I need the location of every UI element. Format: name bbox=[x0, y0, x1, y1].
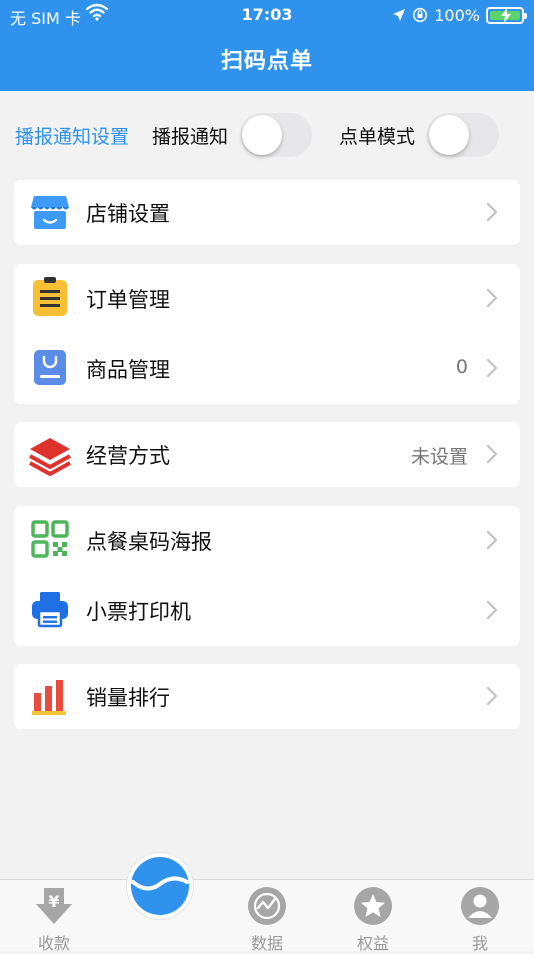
location-arrow-icon bbox=[393, 9, 406, 21]
page-title: 扫码点单 bbox=[220, 49, 313, 74]
wave-logo-icon bbox=[131, 857, 189, 915]
table-qr-poster-label: 点餐桌码海报 bbox=[86, 530, 212, 554]
product-count: 0 bbox=[455, 356, 468, 378]
chevron-right-icon bbox=[486, 444, 498, 464]
sales-ranking-label: 销量排行 bbox=[86, 686, 170, 710]
chevron-right-icon bbox=[486, 202, 498, 222]
chevron-right-icon bbox=[486, 686, 498, 706]
receipt-printer-item[interactable]: 小票打印机 bbox=[14, 576, 520, 646]
store-settings-card: 店铺设置 bbox=[14, 180, 520, 245]
star-badge-icon bbox=[354, 887, 392, 925]
tab-me[interactable]: 我 bbox=[435, 880, 525, 953]
scan-order-center-button[interactable] bbox=[127, 853, 193, 919]
receipt-printer-label: 小票打印机 bbox=[86, 600, 191, 624]
broadcast-notify-toggle[interactable] bbox=[240, 113, 312, 157]
product-management-item[interactable]: 商品管理 0 bbox=[14, 334, 520, 404]
chevron-right-icon bbox=[486, 288, 498, 308]
battery-percent: 100% bbox=[434, 5, 480, 25]
order-mode-label: 点单模式 bbox=[339, 126, 416, 148]
store-icon bbox=[31, 196, 69, 229]
broadcast-notify-label: 播报通知 bbox=[152, 126, 229, 148]
business-mode-value: 未设置 bbox=[410, 446, 468, 468]
tab-collect[interactable]: ¥ 收款 bbox=[9, 880, 99, 953]
store-settings-item[interactable]: 店铺设置 bbox=[14, 180, 520, 245]
shopping-bag-icon bbox=[34, 350, 66, 385]
status-bar: 无 SIM 卡 17:03 100% bbox=[0, 0, 534, 30]
table-qr-poster-item[interactable]: 点餐桌码海报 bbox=[14, 506, 520, 576]
qr-code-icon bbox=[31, 520, 69, 558]
clipboard-icon bbox=[33, 277, 67, 316]
tab-collect-label: 收款 bbox=[37, 934, 70, 953]
tab-bar: ¥ 收款 数据 权益 我 bbox=[0, 879, 534, 953]
store-settings-label: 店铺设置 bbox=[86, 202, 170, 226]
chevron-right-icon bbox=[486, 530, 498, 550]
broadcast-settings-row: 播报通知设置 播报通知 点单模式 bbox=[0, 110, 534, 160]
user-avatar-icon bbox=[461, 887, 499, 925]
order-management-label: 订单管理 bbox=[86, 288, 170, 312]
tab-benefits[interactable]: 权益 bbox=[328, 880, 418, 953]
product-management-label: 商品管理 bbox=[86, 358, 170, 382]
chevron-right-icon bbox=[486, 600, 498, 620]
tab-data-label: 数据 bbox=[250, 934, 283, 953]
business-mode-item[interactable]: 经营方式 未设置 bbox=[14, 422, 520, 487]
tab-benefits-label: 权益 bbox=[356, 934, 389, 953]
yuan-arrow-icon: ¥ bbox=[36, 888, 72, 924]
tab-data[interactable]: 数据 bbox=[222, 880, 312, 953]
sales-ranking-item[interactable]: 销量排行 bbox=[14, 664, 520, 729]
data-chart-icon bbox=[248, 887, 286, 925]
order-mode-toggle[interactable] bbox=[427, 113, 499, 157]
top-bar: 无 SIM 卡 17:03 100% 扫码点单 bbox=[0, 0, 534, 91]
printer-icon bbox=[32, 592, 68, 628]
svg-text:¥: ¥ bbox=[48, 892, 59, 911]
bar-chart-icon bbox=[32, 680, 66, 715]
layers-icon bbox=[29, 438, 71, 476]
tab-me-label: 我 bbox=[471, 934, 488, 953]
management-card: 订单管理 商品管理 0 bbox=[14, 264, 520, 404]
chevron-right-icon bbox=[486, 358, 498, 378]
business-mode-label: 经营方式 bbox=[86, 444, 170, 468]
battery-icon bbox=[486, 6, 527, 24]
broadcast-settings-link[interactable]: 播报通知设置 bbox=[15, 122, 129, 149]
rotation-lock-icon bbox=[413, 7, 428, 23]
business-mode-card: 经营方式 未设置 bbox=[14, 422, 520, 487]
sales-ranking-card: 销量排行 bbox=[14, 664, 520, 729]
tools-card: 点餐桌码海报 小票打印机 bbox=[14, 506, 520, 646]
order-management-item[interactable]: 订单管理 bbox=[14, 264, 520, 334]
